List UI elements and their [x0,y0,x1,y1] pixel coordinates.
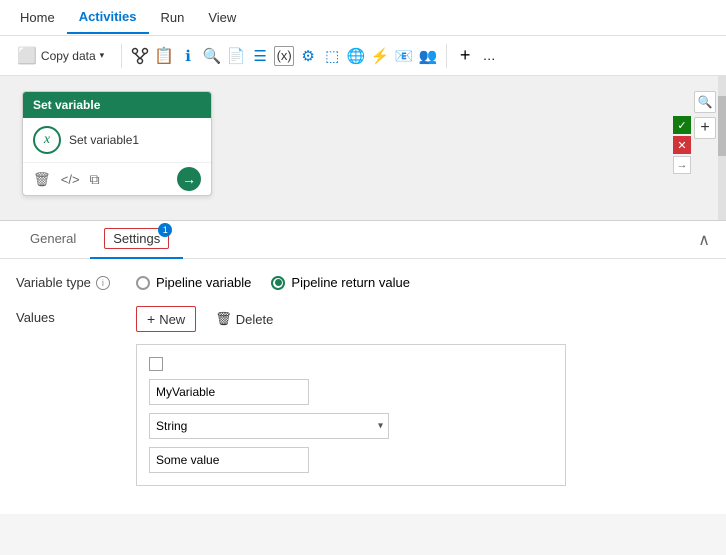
copy-data-icon: ⬜ [17,46,37,66]
value-input[interactable] [149,447,309,473]
copy-node-icon[interactable]: ⧉ [90,171,100,188]
node-status-icons: ✓ ✕ → [673,116,691,174]
tabs-bar: General Settings 1 ∧ [0,221,726,259]
new-button[interactable]: + New [136,306,196,332]
copy-data-button[interactable]: ⬜ Copy data ▾ [8,41,113,71]
tab-settings[interactable]: Settings 1 [90,220,183,259]
toolbar: ⬜ Copy data ▾ 📋 ℹ 🔍 📄 ☰ (x) ⚙ ⬚ 🌐 ⚡ 📧 👥 … [0,36,726,76]
checkbox-row [149,357,553,371]
node-footer: 🗑 </> ⧉ → [23,162,211,195]
add-toolbar-icon[interactable]: + [455,46,475,66]
variable-type-info-icon[interactable]: i [96,276,110,290]
info-toolbar-icon[interactable]: ℹ [178,46,198,66]
settings-content: Variable type i Pipeline variable Pipeli… [0,259,726,514]
node-header: Set variable [23,92,211,118]
values-row: Values + New 🗑 Delete [16,306,710,332]
variable-type-row: Variable type i Pipeline variable Pipeli… [16,275,710,290]
arrow-status-icon: → [673,156,691,174]
delete-button[interactable]: 🗑 Delete [204,306,284,332]
properties-panel: General Settings 1 ∧ Variable type i Pip… [0,221,726,514]
mail-icon[interactable]: 📧 [394,46,414,66]
grid-row: String Integer Boolean Array Object ▾ [149,357,553,473]
grid-container: String Integer Boolean Array Object ▾ [136,344,566,486]
canvas-side-controls: 🔍 + [694,91,716,139]
code-node-icon[interactable]: </> [61,172,80,187]
node-body: x Set variable1 [23,118,211,162]
node-title: Set variable [33,98,100,112]
branch-icon[interactable] [130,46,150,66]
globe-icon[interactable]: 🌐 [346,46,366,66]
variable-node-icon: x [33,126,61,154]
type-select[interactable]: String Integer Boolean Array Object [149,413,389,439]
zoom-in-button[interactable]: + [694,117,716,139]
delete-button-label: Delete [236,312,274,327]
doc-icon[interactable]: 📄 [226,46,246,66]
gear-icon[interactable]: ⚙ [298,46,318,66]
menu-home[interactable]: Home [8,2,67,33]
pipeline-return-radio[interactable]: Pipeline return value [271,275,410,290]
set-variable-node[interactable]: Set variable x Set variable1 🗑 </> ⧉ → [22,91,212,196]
new-button-label: New [159,312,185,327]
settings-tab-border: Settings 1 [104,228,169,249]
variable-type-label: Variable type [16,275,91,290]
variable-icon[interactable]: (x) [274,46,294,66]
menu-run[interactable]: Run [149,2,197,33]
search-canvas-button[interactable]: 🔍 [694,91,716,113]
toolbar-separator-1 [121,44,122,68]
pipeline-variable-label: Pipeline variable [156,275,251,290]
pipeline-variable-radio[interactable]: Pipeline variable [136,275,251,290]
row-checkbox[interactable] [149,357,163,371]
variable-x-label: x [44,132,50,148]
menubar: Home Activities Run View [0,0,726,36]
tab-settings-badge: 1 [158,223,172,237]
variable-name-input[interactable] [149,379,309,405]
tab-general[interactable]: General [16,223,90,256]
error-status-icon: ✕ [673,136,691,154]
pipeline-icon[interactable]: 📋 [154,46,174,66]
menu-view[interactable]: View [196,2,248,33]
info-icon-text: i [102,278,104,288]
pipeline-return-radio-dot [275,279,282,286]
canvas-area: Set variable x Set variable1 🗑 </> ⧉ → ✓… [0,76,726,221]
copy-data-label: Copy data [41,49,96,63]
variable-type-label-group: Variable type i [16,275,116,290]
type-select-wrapper: String Integer Boolean Array Object ▾ [149,413,389,439]
success-status-icon: ✓ [673,116,691,134]
tab-settings-label: Settings [113,231,160,246]
pipeline-return-label: Pipeline return value [291,275,410,290]
node-next-button[interactable]: → [177,167,201,191]
teams-icon[interactable]: 👥 [418,46,438,66]
tabs-collapse-button[interactable]: ∧ [698,230,710,250]
values-controls: + New 🗑 Delete [136,306,284,332]
values-label: Values [16,306,116,325]
search-toolbar-icon[interactable]: 🔍 [202,46,222,66]
plus-icon: + [147,311,155,327]
copy-data-dropdown-icon[interactable]: ▾ [100,50,105,61]
pipeline-return-radio-circle [271,276,285,290]
activity-icon[interactable]: ⬚ [322,46,342,66]
trash-icon: 🗑 [215,311,232,327]
list-icon[interactable]: ☰ [250,46,270,66]
more-toolbar-icon[interactable]: … [479,46,499,66]
lightning-icon[interactable]: ⚡ [370,46,390,66]
pipeline-variable-radio-circle [136,276,150,290]
canvas-scrollbar-thumb[interactable] [718,96,726,156]
delete-node-icon[interactable]: 🗑 [33,171,51,188]
menu-activities[interactable]: Activities [67,1,149,34]
toolbar-separator-2 [446,44,447,68]
variable-type-radio-group: Pipeline variable Pipeline return value [136,275,410,290]
node-body-label: Set variable1 [69,133,139,147]
canvas-scrollbar[interactable] [718,76,726,220]
